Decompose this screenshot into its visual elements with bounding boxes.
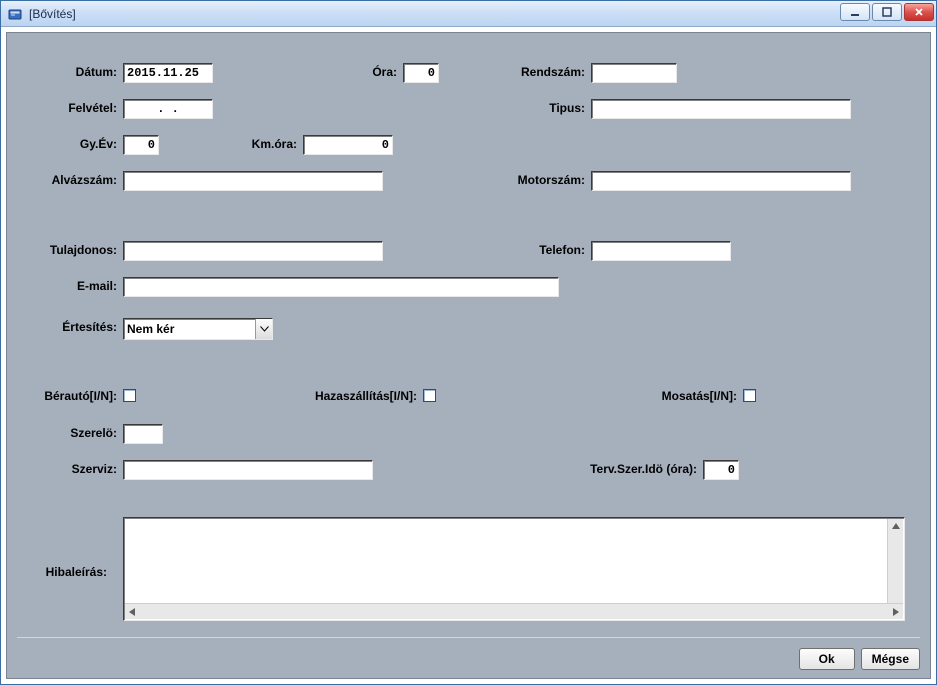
label-rendszam: Rendszám: <box>497 65 585 79</box>
client-area: Dátum: 2015.11.25 Óra: 0 Rendszám: Felvé… <box>6 32 931 679</box>
textarea-hibaleiras-body[interactable] <box>126 520 886 602</box>
scrollbar-horizontal[interactable] <box>125 603 903 619</box>
label-alvazszam: Alvázszám: <box>17 173 117 187</box>
label-szerelo: Szerelö: <box>17 426 117 440</box>
select-ertesites[interactable]: Nem kér <box>123 318 273 340</box>
input-szerviz[interactable] <box>123 460 373 480</box>
label-gyev: Gy.Év: <box>17 137 117 151</box>
input-telefon[interactable] <box>591 241 731 261</box>
chevron-down-icon <box>255 319 272 339</box>
footer-buttons: Ok Mégse <box>799 648 920 670</box>
input-gyev[interactable]: 0 <box>123 135 159 155</box>
label-szerviz: Szerviz: <box>17 462 117 476</box>
input-rendszam[interactable] <box>591 63 677 83</box>
form-area: Dátum: 2015.11.25 Óra: 0 Rendszám: Felvé… <box>17 43 920 630</box>
input-email[interactable] <box>123 277 559 297</box>
checkbox-mosatas[interactable] <box>743 389 756 402</box>
input-szerelo[interactable] <box>123 424 163 444</box>
window-controls <box>840 3 934 21</box>
label-berato: Bérautó[I/N]: <box>17 389 117 403</box>
label-mosatas: Mosatás[I/N]: <box>637 389 737 403</box>
label-kmora: Km.óra: <box>227 137 297 151</box>
label-telefon: Telefon: <box>497 243 585 257</box>
input-motorszam[interactable] <box>591 171 851 191</box>
label-tulajdonos: Tulajdonos: <box>17 243 117 257</box>
input-ora[interactable]: 0 <box>403 63 439 83</box>
scrollbar-vertical[interactable] <box>887 519 903 603</box>
window-title: [Bővítés] <box>29 7 76 21</box>
label-datum: Dátum: <box>17 65 117 79</box>
label-hibaleiras: Hibaleírás: <box>17 565 107 579</box>
cancel-button[interactable]: Mégse <box>861 648 920 670</box>
titlebar: [Bővítés] <box>1 1 936 27</box>
label-ora: Óra: <box>337 65 397 79</box>
input-alvazszam[interactable] <box>123 171 383 191</box>
minimize-button[interactable] <box>840 3 870 21</box>
close-button[interactable] <box>904 3 934 21</box>
label-tervszerido: Terv.Szer.Idö (óra): <box>537 462 697 476</box>
label-felvetel: Felvétel: <box>17 101 117 115</box>
label-hazaszallitas: Hazaszállítás[I/N]: <box>277 389 417 403</box>
checkbox-berato[interactable] <box>123 389 136 402</box>
input-datum[interactable]: 2015.11.25 <box>123 63 213 83</box>
app-icon <box>7 6 23 22</box>
textarea-hibaleiras[interactable] <box>123 517 905 621</box>
input-tipus[interactable] <box>591 99 851 119</box>
input-felvetel[interactable]: . . <box>123 99 213 119</box>
input-kmora[interactable]: 0 <box>303 135 393 155</box>
checkbox-hazaszallitas[interactable] <box>423 389 436 402</box>
window-frame: [Bővítés] Dátum: 2015.11.25 Óra: 0 Rends… <box>0 0 937 685</box>
label-email: E-mail: <box>17 279 117 293</box>
input-tulajdonos[interactable] <box>123 241 383 261</box>
select-ertesites-value: Nem kér <box>124 320 255 338</box>
ok-button[interactable]: Ok <box>799 648 855 670</box>
input-tervszerido[interactable]: 0 <box>703 460 739 480</box>
label-ertesites: Értesítés: <box>17 320 117 334</box>
maximize-button[interactable] <box>872 3 902 21</box>
footer-separator <box>17 637 920 638</box>
label-tipus: Tipus: <box>497 101 585 115</box>
label-motorszam: Motorszám: <box>497 173 585 187</box>
